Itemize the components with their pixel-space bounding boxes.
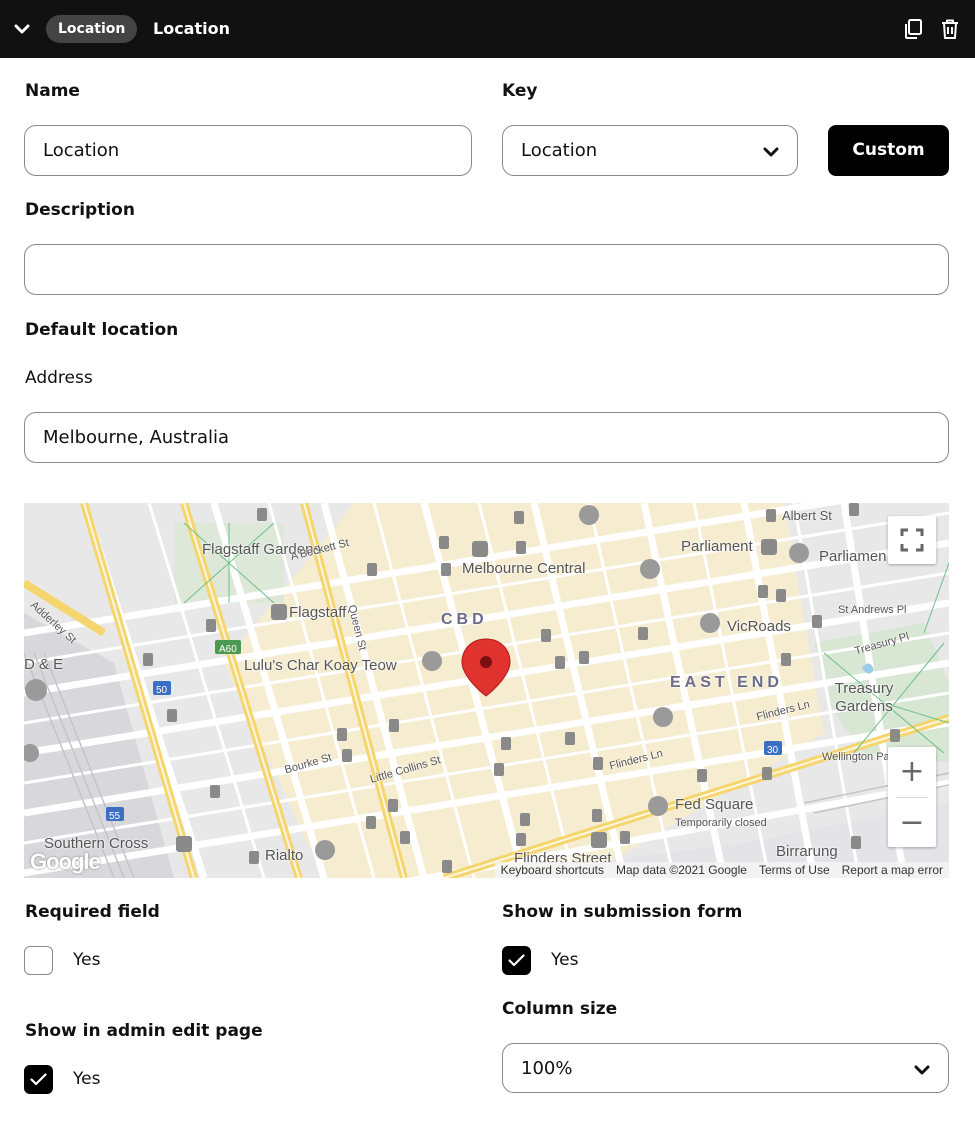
map-label-d-e: D & E — [24, 656, 64, 673]
map-label-parliament-house: Parliamen — [819, 548, 887, 565]
route-shield-a60: A60 — [219, 644, 237, 655]
route-shield-50: 50 — [156, 685, 168, 696]
column-size-value: 100% — [521, 1058, 573, 1079]
address-input[interactable]: Melbourne, Australia — [24, 412, 949, 463]
field-title: Location — [153, 19, 230, 38]
key-select[interactable]: Location — [502, 125, 798, 176]
zoom-in-button[interactable]: + — [888, 747, 936, 797]
map-view[interactable]: Flagstaff Gardens Melbourne Central Parl… — [24, 503, 949, 878]
map-label-flagstaff: Flagstaff — [289, 604, 347, 621]
chevron-down-icon — [763, 147, 779, 157]
map-label-vicroads: VicRoads — [727, 618, 791, 635]
route-shield-55: 55 — [109, 811, 121, 822]
default-location-label: Default location — [25, 320, 179, 340]
address-label: Address — [25, 368, 93, 388]
duplicate-icon[interactable] — [901, 17, 925, 41]
name-input[interactable]: Location — [24, 125, 472, 176]
map-label-temporarily-closed: Temporarily closed — [675, 817, 767, 829]
trash-icon[interactable] — [938, 17, 962, 41]
field-header-bar: Location Location — [0, 0, 975, 58]
key-select-value: Location — [521, 140, 598, 161]
required-field-checkbox[interactable] — [24, 946, 53, 975]
show-in-submission-label: Show in submission form — [502, 902, 743, 922]
map-label-wellington-pa: Wellington Pa — [822, 751, 890, 763]
map-label-st-andrews-pl: St Andrews Pl — [838, 604, 907, 616]
field-type-badge: Location — [46, 15, 138, 43]
map-label-rialto: Rialto — [265, 847, 304, 864]
map-label-fed-square: Fed Square — [675, 796, 754, 813]
name-label: Name — [25, 81, 80, 101]
map-label-birrarung: Birrarung — [776, 843, 838, 860]
map-label-lulus: Lulu's Char Koay Teow — [244, 657, 397, 674]
show-in-admin-checkbox[interactable] — [24, 1065, 53, 1094]
map-label-parliament: Parliament — [681, 538, 753, 555]
map-attribution: Keyboard shortcuts Map data ©2021 Google… — [494, 862, 949, 878]
custom-button[interactable]: Custom — [828, 125, 949, 176]
map-label-cbd: CBD — [441, 611, 488, 628]
required-field-label: Required field — [25, 902, 160, 922]
map-label-albert-st: Albert St — [782, 508, 832, 523]
show-in-admin-label: Show in admin edit page — [25, 1021, 263, 1041]
checkmark-icon — [30, 1073, 47, 1086]
show-in-submission-checkbox[interactable] — [502, 946, 531, 975]
chevron-down-icon[interactable] — [12, 19, 32, 39]
map-label-east-end: EAST END — [670, 674, 783, 691]
show-in-submission-yes-label: Yes — [551, 950, 579, 970]
show-in-admin-yes-label: Yes — [73, 1069, 101, 1089]
required-field-yes-label: Yes — [73, 950, 101, 970]
column-size-select[interactable]: 100% — [502, 1043, 949, 1093]
keyboard-shortcuts-link[interactable]: Keyboard shortcuts — [495, 862, 610, 878]
description-input[interactable] — [24, 244, 949, 295]
report-map-error-link[interactable]: Report a map error — [836, 862, 949, 878]
map-label-treasury-gardens: Treasury Gardens — [834, 680, 894, 715]
key-label: Key — [502, 81, 538, 101]
map-data-text: Map data ©2021 Google — [616, 863, 747, 877]
route-shield-30: 30 — [767, 745, 779, 756]
terms-of-use-link[interactable]: Terms of Use — [753, 862, 836, 878]
name-input-value: Location — [43, 140, 120, 161]
column-size-label: Column size — [502, 999, 618, 1019]
map-label-melbourne-central: Melbourne Central — [462, 560, 586, 577]
map-fullscreen-button[interactable] — [888, 516, 936, 564]
chevron-down-icon — [914, 1065, 930, 1075]
checkmark-icon — [508, 954, 525, 967]
google-logo: Google — [30, 849, 101, 874]
address-input-value: Melbourne, Australia — [43, 427, 230, 448]
map-zoom-control: + − — [888, 747, 936, 847]
fullscreen-icon — [900, 528, 924, 552]
zoom-out-button[interactable]: − — [888, 798, 936, 847]
description-label: Description — [25, 200, 135, 220]
